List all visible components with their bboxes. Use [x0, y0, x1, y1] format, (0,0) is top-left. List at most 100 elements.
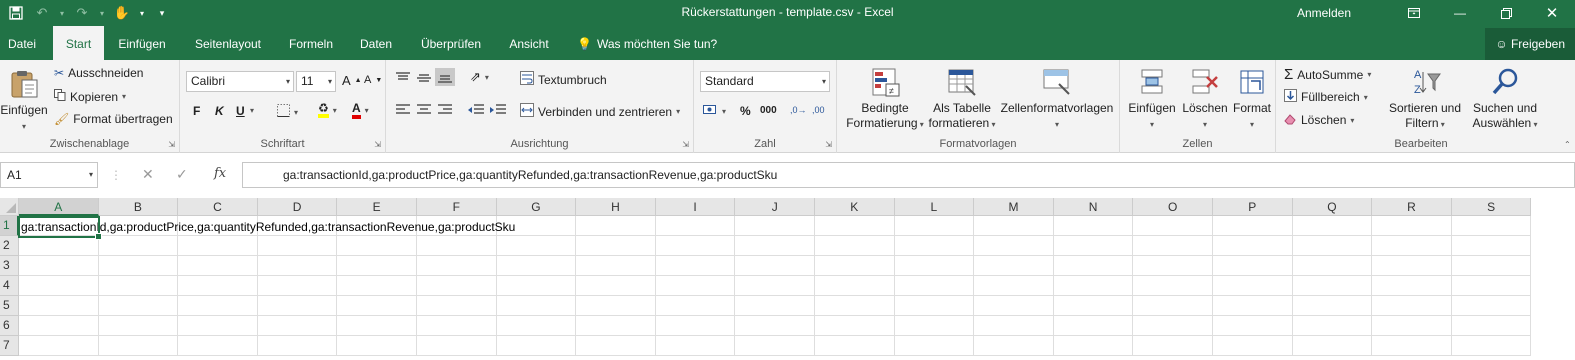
- cell-f6[interactable]: [417, 316, 497, 336]
- tab-formeln[interactable]: Formeln: [281, 26, 341, 60]
- grow-font-button[interactable]: A ▲: [342, 73, 362, 88]
- column-header-k[interactable]: K: [815, 198, 895, 216]
- cell-k6[interactable]: [815, 316, 895, 336]
- font-launcher-icon[interactable]: ⇲: [374, 140, 381, 149]
- autosum-button[interactable]: Σ AutoSumme ▾: [1284, 66, 1371, 83]
- cell-m6[interactable]: [974, 316, 1054, 336]
- cell-i4[interactable]: [655, 276, 736, 296]
- cell-e6[interactable]: [337, 316, 417, 336]
- fill-button[interactable]: Füllbereich ▾: [1284, 89, 1368, 105]
- conditional-dropdown-icon[interactable]: ▾: [918, 120, 924, 129]
- active-cell-selection[interactable]: [18, 216, 102, 240]
- cell-f5[interactable]: [417, 296, 497, 316]
- cell-o3[interactable]: [1133, 256, 1213, 276]
- cell-o7[interactable]: [1133, 336, 1213, 356]
- cell-f2[interactable]: [417, 236, 497, 256]
- tab-datei[interactable]: Datei: [0, 26, 44, 60]
- cell-r7[interactable]: [1372, 336, 1452, 356]
- increase-decimal-button[interactable]: ,0→: [790, 105, 807, 115]
- cell-h5[interactable]: [576, 296, 656, 316]
- cell-g7[interactable]: [496, 336, 577, 356]
- share-button[interactable]: ☺ Freigeben: [1485, 28, 1575, 60]
- insert-cells-dropdown-icon[interactable]: ▾: [1150, 120, 1154, 129]
- cell-j2[interactable]: [735, 236, 815, 256]
- clipboard-launcher-icon[interactable]: ⇲: [168, 140, 175, 149]
- cell-c6[interactable]: [178, 316, 258, 336]
- sort-dropdown-icon[interactable]: ▾: [1439, 120, 1445, 129]
- clear-dropdown-icon[interactable]: ▾: [1350, 116, 1354, 125]
- copy-dropdown-icon[interactable]: ▾: [122, 92, 126, 101]
- cell-s2[interactable]: [1451, 236, 1532, 256]
- number-launcher-icon[interactable]: ⇲: [825, 140, 832, 149]
- column-header-r[interactable]: R: [1372, 198, 1452, 216]
- cell-k7[interactable]: [815, 336, 895, 356]
- column-header-e[interactable]: E: [337, 198, 417, 216]
- cell-c7[interactable]: [178, 336, 258, 356]
- cell-q4[interactable]: [1292, 276, 1373, 296]
- cell-i3[interactable]: [655, 256, 736, 276]
- font-color-button[interactable]: A ▾: [352, 102, 369, 119]
- cell-n6[interactable]: [1053, 316, 1134, 336]
- ribbon-display-icon[interactable]: [1391, 0, 1437, 26]
- cell-e2[interactable]: [337, 236, 417, 256]
- cell-d4[interactable]: [257, 276, 338, 296]
- align-top-icon[interactable]: [396, 72, 410, 84]
- cell-m5[interactable]: [974, 296, 1054, 316]
- find-dropdown-icon[interactable]: ▾: [1531, 120, 1537, 129]
- cell-e4[interactable]: [337, 276, 417, 296]
- cell-k2[interactable]: [815, 236, 895, 256]
- row-header-7[interactable]: 7: [0, 336, 19, 356]
- tab-start[interactable]: Start: [53, 26, 104, 60]
- tab-seitenlayout[interactable]: Seitenlayout: [186, 26, 270, 60]
- cell-g6[interactable]: [496, 316, 577, 336]
- font-name-combo[interactable]: Calibri ▾: [186, 71, 294, 92]
- cell-n7[interactable]: [1053, 336, 1134, 356]
- column-header-c[interactable]: C: [178, 198, 258, 216]
- cell-j3[interactable]: [735, 256, 815, 276]
- currency-button[interactable]: ▾: [703, 104, 726, 119]
- row-header-5[interactable]: 5: [0, 296, 19, 316]
- cell-h6[interactable]: [576, 316, 656, 336]
- cell-i5[interactable]: [655, 296, 736, 316]
- select-all-button[interactable]: [0, 198, 19, 216]
- cell-p7[interactable]: [1213, 336, 1293, 356]
- formula-input[interactable]: ga:transactionId,ga:productPrice,ga:quan…: [242, 162, 1575, 188]
- decrease-decimal-button[interactable]: ,00: [812, 105, 825, 115]
- orientation-dropdown-icon[interactable]: ▾: [485, 73, 489, 82]
- column-header-h[interactable]: H: [576, 198, 656, 216]
- align-bottom-icon[interactable]: [435, 68, 455, 86]
- cell-h1[interactable]: [576, 216, 656, 236]
- cell-o1[interactable]: [1133, 216, 1213, 236]
- format-cells-button[interactable]: Format ▾: [1228, 66, 1276, 132]
- cell-l1[interactable]: [894, 216, 975, 236]
- cell-k3[interactable]: [815, 256, 895, 276]
- decrease-indent-icon[interactable]: [468, 104, 484, 116]
- fill-color-button[interactable]: ♻ ▾: [318, 102, 337, 118]
- cell-j1[interactable]: [735, 216, 815, 236]
- column-header-b[interactable]: B: [98, 198, 179, 216]
- cell-b6[interactable]: [98, 316, 179, 336]
- column-header-l[interactable]: L: [894, 198, 975, 216]
- column-header-a[interactable]: A: [19, 198, 99, 216]
- row-header-4[interactable]: 4: [0, 276, 19, 296]
- shrink-font-button[interactable]: A ▼: [364, 74, 382, 86]
- minimize-icon[interactable]: —: [1437, 0, 1483, 26]
- cell-h3[interactable]: [576, 256, 656, 276]
- row-header-1[interactable]: 1: [0, 216, 19, 236]
- cell-j4[interactable]: [735, 276, 815, 296]
- column-header-p[interactable]: P: [1213, 198, 1293, 216]
- cell-l6[interactable]: [894, 316, 975, 336]
- column-header-o[interactable]: O: [1133, 198, 1213, 216]
- sort-filter-button[interactable]: A Z Sortieren und Filtern ▾: [1386, 66, 1464, 132]
- cell-r6[interactable]: [1372, 316, 1452, 336]
- cell-p4[interactable]: [1213, 276, 1293, 296]
- sign-in-link[interactable]: Anmelden: [1297, 6, 1351, 20]
- fill-dropdown-icon[interactable]: ▾: [1364, 93, 1368, 102]
- row-header-3[interactable]: 3: [0, 256, 19, 276]
- cell-l7[interactable]: [894, 336, 975, 356]
- cell-k1[interactable]: [815, 216, 895, 236]
- delete-cells-dropdown-icon[interactable]: ▾: [1203, 120, 1207, 129]
- cell-e5[interactable]: [337, 296, 417, 316]
- cell-e3[interactable]: [337, 256, 417, 276]
- cell-p1[interactable]: [1213, 216, 1293, 236]
